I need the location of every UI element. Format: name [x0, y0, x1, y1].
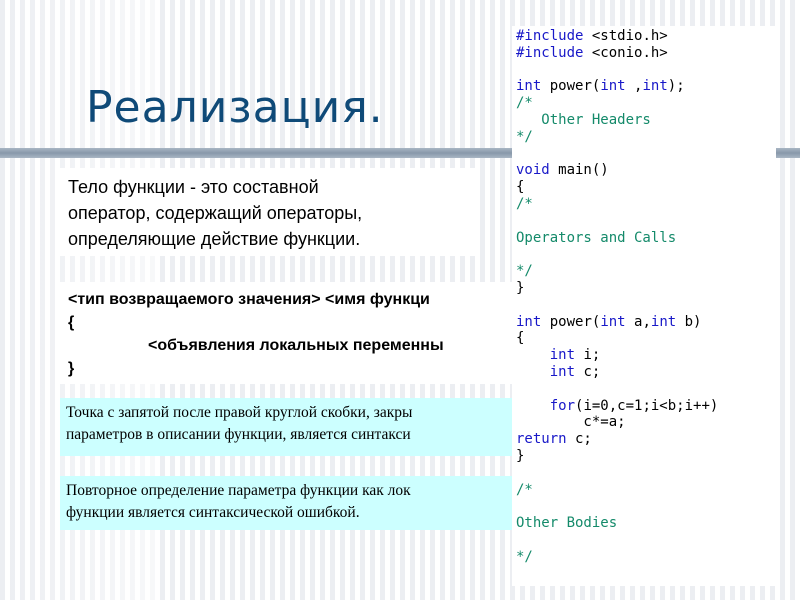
semicolon-error-note: Точка с запятой после правой круглой ско… — [60, 398, 520, 456]
code-comment-line: /* — [516, 95, 533, 112]
code-comment-line: Operators and Calls — [516, 229, 677, 246]
code-comment-line: */ — [516, 128, 533, 145]
redefinition-error-note: Повторное определение параметра функции … — [60, 476, 520, 530]
code-comment-line: Other Bodies — [516, 515, 618, 532]
note2-line-1: Повторное определение параметра функции … — [66, 482, 411, 499]
definition-line-2: оператор, содержащий операторы, — [68, 203, 363, 223]
definition-line-1: Тело функции - это составной — [68, 177, 319, 197]
note2-line-2: функции является синтаксической ошибкой. — [66, 504, 360, 521]
code-line: int power(int ,int); — [516, 78, 685, 95]
code-comment-line: */ — [516, 548, 533, 565]
definition-line-3: определяющие действие функции. — [68, 229, 361, 249]
note1-line-1: Точка с запятой после правой круглой ско… — [66, 404, 413, 421]
slide-title: Реализация. — [86, 82, 384, 133]
code-line: #include <conio.h> — [516, 44, 668, 61]
code-line: int i; — [516, 347, 601, 364]
syntax-line-2: { — [68, 314, 75, 331]
code-line: void main() — [516, 162, 609, 179]
code-line: { — [516, 179, 525, 196]
code-line: #include <stdio.h> — [516, 28, 668, 44]
function-syntax-box: <тип возвращаемого значения> <имя функци… — [60, 282, 520, 384]
note1-line-2: параметров в описании функции, является … — [66, 426, 411, 443]
syntax-line-3: <объявления локальных переменны — [148, 337, 444, 354]
code-line: { — [516, 330, 525, 347]
code-line: } — [516, 447, 525, 464]
code-line: } — [516, 279, 525, 296]
code-line: c*=a; — [516, 414, 626, 431]
code-comment-line: Other Headers — [516, 111, 651, 128]
code-line: int power(int a,int b) — [516, 313, 702, 330]
code-comment-line: /* — [516, 481, 533, 498]
code-line: return c; — [516, 431, 592, 448]
syntax-line-4: } — [68, 360, 75, 377]
syntax-line-1: <тип возвращаемого значения> <имя функци — [68, 291, 430, 308]
code-listing-panel: #include <stdio.h> #include <conio.h> in… — [512, 26, 776, 586]
code-line: int c; — [516, 363, 601, 380]
code-comment-line: /* — [516, 195, 533, 212]
code-comment-line: */ — [516, 263, 533, 280]
function-body-definition-box: Тело функции - это составной оператор, с… — [60, 168, 480, 256]
code-line: for(i=0,c=1;i<b;i++) — [516, 397, 719, 414]
